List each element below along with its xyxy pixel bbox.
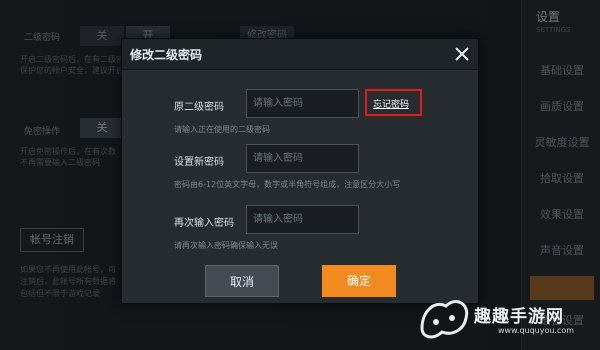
change-password-dialog: 修改二级密码 原二级密码 忘记密码 请输入正在使用的二级密码 设置新密码 密码由… — [121, 38, 479, 304]
confirm-password-hint: 请再次输入密码确保输入无误 — [174, 241, 278, 250]
old-password-input[interactable] — [246, 89, 359, 118]
new-password-input[interactable] — [246, 144, 359, 173]
close-icon[interactable] — [452, 44, 472, 64]
dialog-header: 修改二级密码 — [122, 39, 478, 70]
forgot-password-highlight: 忘记密码 — [365, 89, 422, 116]
old-password-hint: 请输入正在使用的二级密码 — [174, 125, 270, 134]
confirm-password-input[interactable] — [246, 205, 359, 234]
watermark-text: 趣趣手游网 — [474, 307, 564, 327]
confirm-password-label: 再次输入密码 — [174, 218, 234, 229]
new-password-hint: 密码由6-12位英文字母，数字或半角符号组成，注意区分大小写 — [174, 180, 401, 189]
watermark: 趣趣手游网 www.ququyou.com — [416, 290, 596, 346]
confirm-button[interactable]: 确定 — [322, 265, 396, 297]
forgot-password-link[interactable]: 忘记密码 — [373, 97, 409, 110]
watermark-url: www.ququyou.com — [498, 326, 575, 335]
watermark-logo — [420, 300, 469, 339]
new-password-label: 设置新密码 — [174, 157, 224, 168]
old-password-label: 原二级密码 — [174, 102, 224, 113]
dialog-title: 修改二级密码 — [130, 48, 203, 62]
cancel-button[interactable]: 取消 — [205, 265, 279, 297]
